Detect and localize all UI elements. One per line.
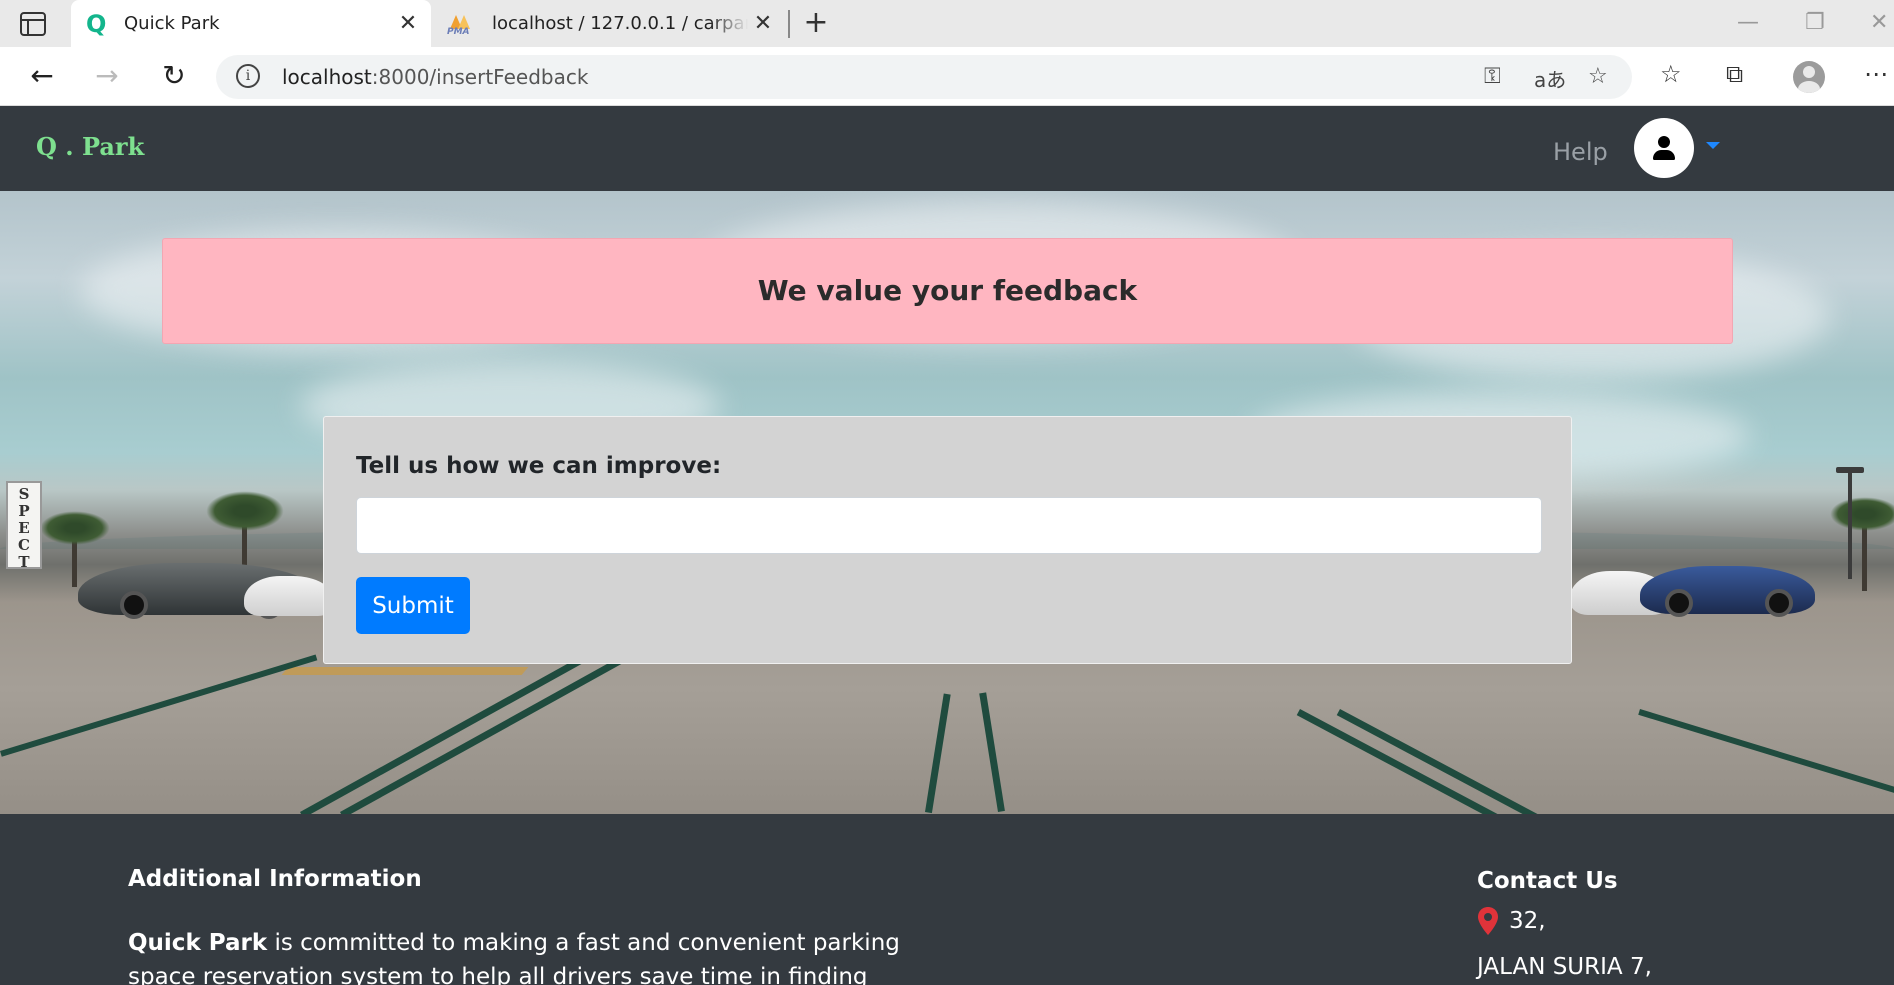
site-footer: Additional Information Quick Park is com… xyxy=(0,814,1894,985)
forward-icon[interactable]: → xyxy=(87,57,127,95)
more-menu-icon[interactable]: ⋯ xyxy=(1864,60,1888,88)
help-link[interactable]: Help xyxy=(1553,138,1608,166)
restore-icon[interactable]: ❐ xyxy=(1805,10,1825,35)
site-navbar: Q . Park Help xyxy=(0,106,1894,191)
phpmyadmin-icon: PMA xyxy=(446,13,480,37)
additional-info-text: Quick Park is committed to making a fast… xyxy=(128,926,958,985)
address-line-2: JALAN SURIA 7, xyxy=(1477,954,1652,980)
feedback-input[interactable] xyxy=(356,497,1542,554)
favorites-icon[interactable]: ☆ xyxy=(1660,60,1682,88)
profile-avatar-icon[interactable] xyxy=(1793,61,1825,93)
tab-separator xyxy=(788,10,790,38)
tab-actions-icon[interactable] xyxy=(20,12,46,36)
banner-title: We value your feedback xyxy=(757,274,1138,307)
minimize-icon[interactable]: — xyxy=(1737,10,1759,35)
location-pin-icon xyxy=(1478,907,1498,935)
site-info-icon[interactable]: i xyxy=(236,64,260,88)
back-icon[interactable]: ← xyxy=(22,57,62,95)
feedback-form: Tell us how we can improve: Submit xyxy=(323,416,1572,664)
address-bar[interactable]: i localhost:8000/insertFeedback ⚿ aあ ☆ xyxy=(216,55,1632,99)
close-window-icon[interactable]: ✕ xyxy=(1870,10,1888,35)
user-icon xyxy=(1658,136,1670,148)
url-host: localhost xyxy=(282,65,372,89)
user-icon-body xyxy=(1653,150,1675,160)
additional-info-heading: Additional Information xyxy=(128,866,422,892)
reload-icon[interactable]: ↻ xyxy=(154,57,194,95)
url-path: :8000/insertFeedback xyxy=(371,65,589,89)
user-avatar-button[interactable] xyxy=(1634,118,1694,178)
tab-phpmyadmin[interactable]: PMA localhost / 127.0.0.1 / carpark / r … xyxy=(436,0,786,47)
browser-toolbar: ← → ↻ i localhost:8000/insertFeedback ⚿ … xyxy=(0,47,1894,106)
tab-title: Quick Park xyxy=(124,13,220,34)
add-favorite-icon[interactable]: ☆ xyxy=(1588,64,1608,89)
translate-icon[interactable]: aあ xyxy=(1534,64,1566,93)
feedback-label: Tell us how we can improve: xyxy=(356,453,722,479)
contact-address: 32, xyxy=(1477,906,1546,936)
footer-brand-name: Quick Park xyxy=(128,930,268,956)
close-icon[interactable]: ✕ xyxy=(393,11,423,36)
q-logo-icon: Q xyxy=(86,9,107,38)
feedback-banner: We value your feedback xyxy=(162,238,1733,344)
brand-logo[interactable]: Q . Park xyxy=(36,132,144,161)
collections-icon[interactable]: ⧉ xyxy=(1726,60,1743,88)
submit-button[interactable]: Submit xyxy=(356,577,470,634)
tab-title: localhost / 127.0.0.1 / carpark / r xyxy=(492,13,748,34)
parking-sign: SPECT xyxy=(6,481,42,571)
dropdown-caret-icon[interactable] xyxy=(1706,142,1720,149)
address-url[interactable]: localhost:8000/insertFeedback xyxy=(282,65,588,89)
new-tab-icon[interactable]: + xyxy=(800,6,832,40)
tab-quick-park[interactable]: Q Quick Park ✕ xyxy=(71,0,431,47)
close-icon[interactable]: ✕ xyxy=(748,11,778,36)
contact-heading: Contact Us xyxy=(1477,868,1618,894)
browser-tab-bar: Q Quick Park ✕ PMA localhost / 127.0.0.1… xyxy=(0,0,1894,47)
password-key-icon[interactable]: ⚿ xyxy=(1484,64,1501,89)
address-line-1: 32, xyxy=(1509,908,1546,934)
